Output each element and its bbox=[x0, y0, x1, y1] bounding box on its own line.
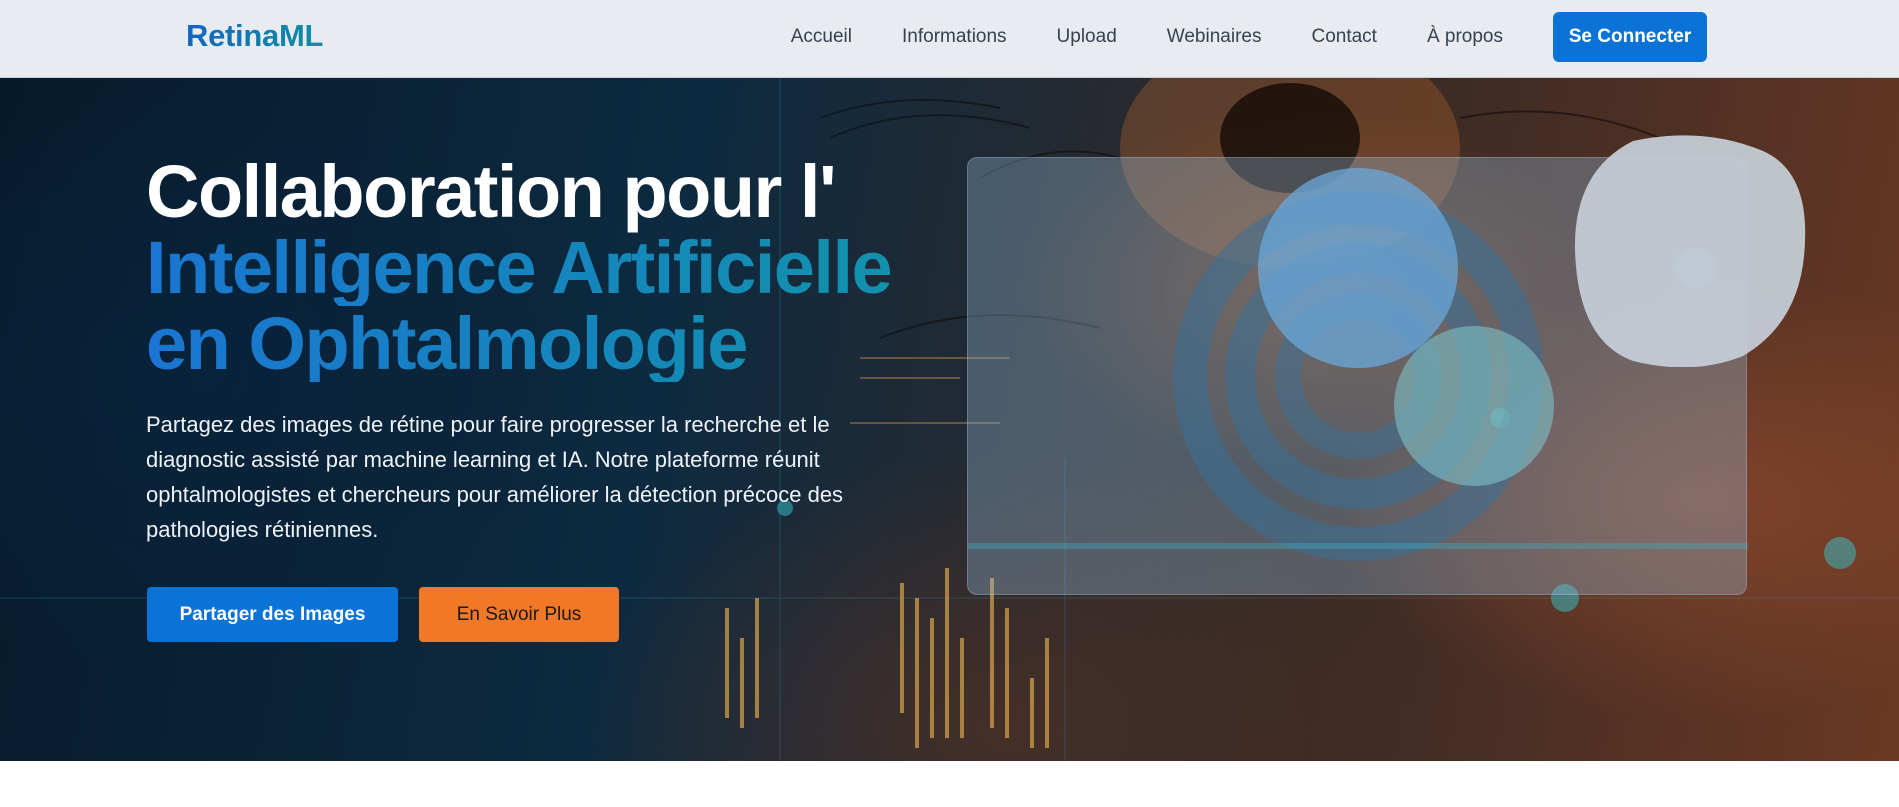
brand-logo[interactable]: RetinaML bbox=[186, 18, 323, 54]
hero-title-line1: Collaboration pour l' bbox=[146, 150, 837, 233]
navbar: RetinaML Accueil Informations Upload Web… bbox=[0, 0, 1899, 78]
nav-link-informations[interactable]: Informations bbox=[902, 26, 1007, 48]
main-nav: Accueil Informations Upload Webinaires C… bbox=[791, 12, 1707, 62]
nav-link-contact[interactable]: Contact bbox=[1311, 26, 1376, 48]
nav-link-a-propos[interactable]: À propos bbox=[1427, 26, 1503, 48]
nav-link-webinaires[interactable]: Webinaires bbox=[1167, 26, 1262, 48]
hero-section: Collaboration pour l' Intelligence Artif… bbox=[0, 78, 1899, 761]
login-button[interactable]: Se Connecter bbox=[1553, 12, 1707, 62]
decorative-blob bbox=[1574, 135, 1806, 367]
share-images-button[interactable]: Partager des Images bbox=[147, 587, 398, 642]
hero-title-line3: en Ophtalmologie bbox=[146, 306, 966, 382]
nav-link-accueil[interactable]: Accueil bbox=[791, 26, 852, 48]
hero-title-line2: Intelligence Artificielle bbox=[146, 230, 966, 306]
hero-title: Collaboration pour l' Intelligence Artif… bbox=[146, 154, 966, 382]
learn-more-button[interactable]: En Savoir Plus bbox=[419, 587, 619, 642]
page-content-area bbox=[0, 761, 1899, 807]
hero-description: Partagez des images de rétine pour faire… bbox=[146, 412, 844, 542]
nav-link-upload[interactable]: Upload bbox=[1057, 26, 1117, 48]
